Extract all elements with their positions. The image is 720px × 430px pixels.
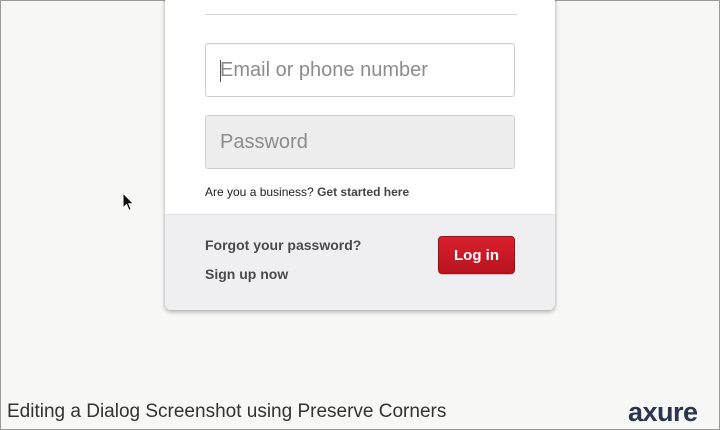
dialog-footer: Forgot your password? Sign up now Log in [165, 214, 555, 310]
mouse-pointer-icon [122, 192, 135, 212]
text-caret [220, 60, 221, 82]
get-started-link[interactable]: Get started here [317, 185, 409, 199]
email-input[interactable] [205, 43, 515, 97]
divider [205, 14, 517, 15]
business-prompt-text: Are you a business? [205, 185, 314, 199]
forgot-password-link[interactable]: Forgot your password? [205, 237, 361, 253]
password-input[interactable] [205, 115, 515, 169]
login-dialog: Are you a business? Get started here For… [165, 0, 555, 310]
business-prompt: Are you a business? Get started here [205, 185, 409, 199]
caption: Editing a Dialog Screenshot using Preser… [7, 401, 447, 422]
sign-up-link[interactable]: Sign up now [205, 266, 288, 282]
brand-logo: axure [628, 397, 698, 427]
login-button[interactable]: Log in [438, 236, 515, 274]
